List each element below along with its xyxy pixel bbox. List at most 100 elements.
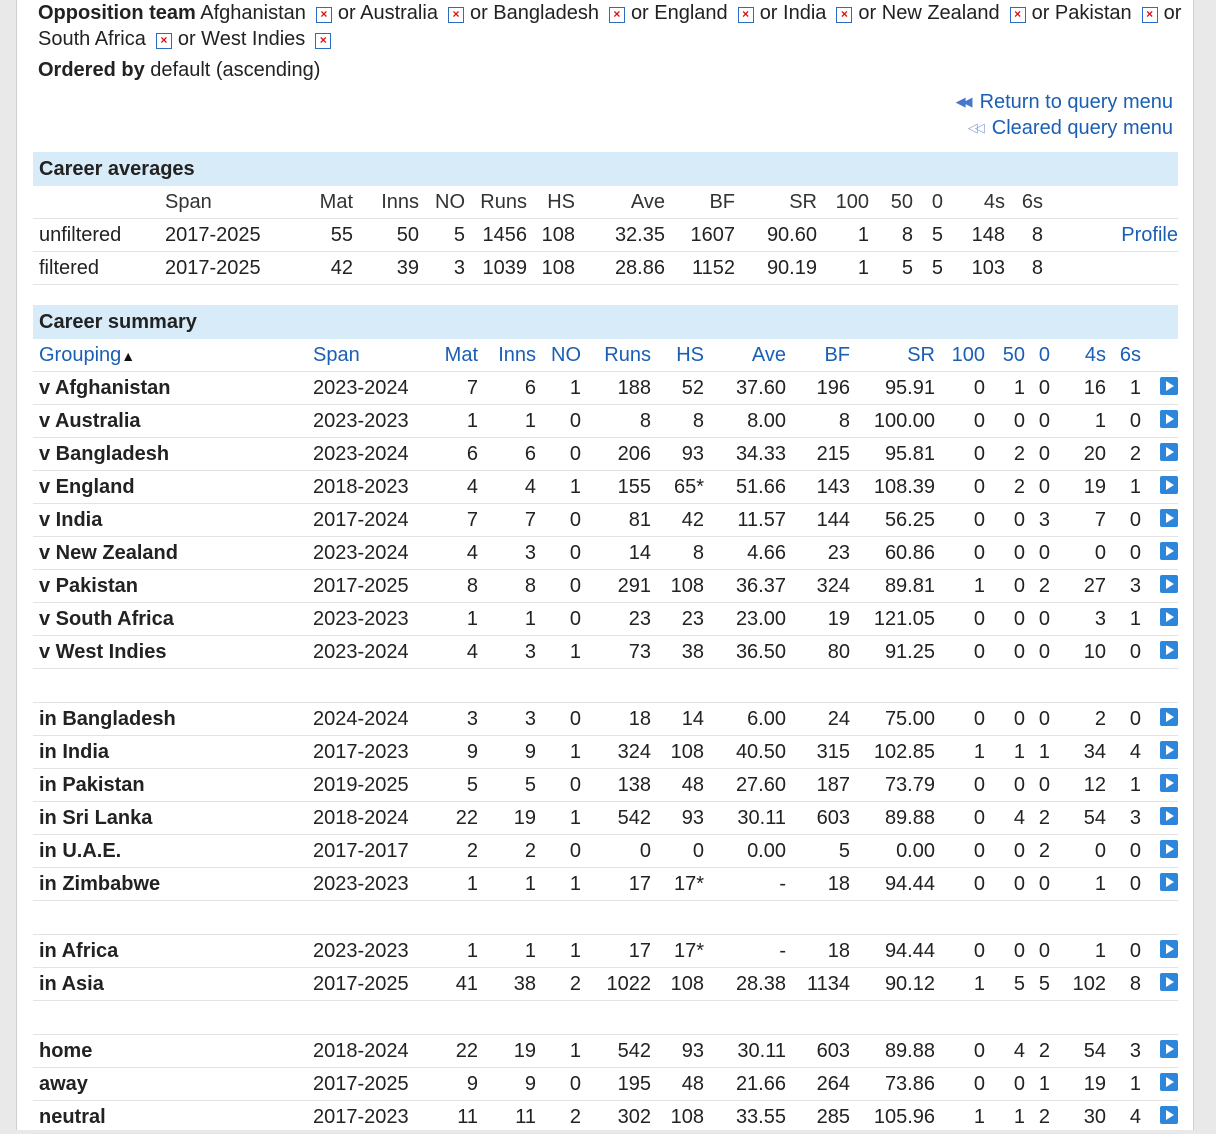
play-arrow-icon[interactable] — [1160, 508, 1178, 527]
cleared-query-link[interactable]: Cleared query menu — [992, 117, 1173, 139]
play-arrow-icon[interactable] — [1160, 872, 1178, 891]
summary-cell: 19 — [1050, 470, 1106, 504]
summary-header-11[interactable]: 50 — [985, 339, 1025, 372]
summary-header-0[interactable]: Grouping▲ — [33, 339, 307, 372]
remove-filter-icon[interactable]: × — [737, 7, 754, 23]
summary-cell: 0 — [1025, 702, 1050, 736]
group-separator-cell — [33, 668, 1178, 703]
summary-cell: 1022 — [581, 967, 651, 1001]
play-arrow-icon[interactable] — [1160, 939, 1178, 958]
summary-cell: 0 — [935, 834, 985, 868]
summary-header-7[interactable]: Ave — [704, 339, 786, 372]
play-arrow-icon[interactable] — [1160, 640, 1178, 659]
summary-header-12[interactable]: 0 — [1025, 339, 1050, 372]
summary-header-6[interactable]: HS — [651, 339, 704, 372]
return-query-link[interactable]: Return to query menu — [980, 91, 1173, 113]
summary-cell: 38 — [478, 967, 536, 1001]
play-arrow-icon[interactable] — [1160, 1072, 1178, 1091]
grouping-label: in India — [33, 735, 307, 769]
career-averages-row: filtered 2017-2025 42 39 3 1039 108 28.86 1152 90… — [33, 251, 1178, 285]
play-arrow-icon[interactable] — [1160, 1039, 1178, 1058]
summary-cell: 0 — [985, 536, 1025, 570]
play-arrow-icon[interactable] — [1160, 442, 1178, 461]
summary-cell: 108 — [651, 569, 704, 603]
summary-header-1[interactable]: Span — [307, 339, 425, 372]
summary-header-label: HS — [676, 343, 704, 366]
summary-cell: 0 — [935, 470, 985, 504]
play-arrow-icon[interactable] — [1160, 707, 1178, 726]
summary-cell: 2 — [1050, 702, 1106, 736]
play-arrow-icon[interactable] — [1160, 376, 1178, 395]
remove-filter-icon[interactable]: × — [836, 7, 853, 23]
remove-filter-icon[interactable]: × — [1141, 7, 1158, 23]
details-cell — [1141, 1067, 1178, 1101]
remove-filter-icon[interactable]: × — [1009, 7, 1026, 23]
summary-cell: 8 — [425, 569, 478, 603]
summary-header-3[interactable]: Inns — [478, 339, 536, 372]
play-arrow-icon[interactable] — [1160, 1105, 1178, 1124]
summary-header-8[interactable]: BF — [786, 339, 850, 372]
summary-cell: 14 — [581, 536, 651, 570]
summary-header-5[interactable]: Runs — [581, 339, 651, 372]
group-separator — [33, 900, 1178, 935]
avg-header-3: Inns — [353, 186, 419, 219]
summary-cell: 54 — [1050, 1034, 1106, 1068]
summary-header-13[interactable]: 4s — [1050, 339, 1106, 372]
summary-cell: 0 — [935, 635, 985, 669]
summary-header-14[interactable]: 6s — [1106, 339, 1141, 372]
summary-cell: 143 — [786, 470, 850, 504]
play-arrow-icon[interactable] — [1160, 541, 1178, 560]
remove-filter-icon[interactable]: × — [315, 7, 332, 23]
play-arrow-icon[interactable] — [1160, 740, 1178, 759]
summary-cell: 108 — [651, 967, 704, 1001]
career-summary-header-row: Grouping▲ Span Mat Inns NO Runs HS Ave BF SR 100 50… — [33, 339, 1178, 372]
summary-cell: 1 — [985, 1100, 1025, 1134]
summary-cell: 0 — [1106, 503, 1141, 537]
summary-cell: 2023-2024 — [307, 536, 425, 570]
summary-row: v India 2017-2024 7 7 0 81 42 11.57 144 56.25 0 0 3 7… — [33, 503, 1178, 537]
summary-cell: 0 — [935, 702, 985, 736]
play-arrow-icon[interactable] — [1160, 574, 1178, 593]
team-filter-3: or England — [630, 2, 728, 24]
avg-cell: 28.86 — [575, 251, 665, 285]
remove-filter-icon[interactable]: × — [155, 33, 172, 49]
play-arrow-icon[interactable] — [1160, 773, 1178, 792]
summary-cell: 6 — [425, 437, 478, 471]
play-arrow-icon[interactable] — [1160, 839, 1178, 858]
summary-header-10[interactable]: 100 — [935, 339, 985, 372]
play-arrow-icon[interactable] — [1160, 475, 1178, 494]
summary-cell: 0 — [985, 768, 1025, 802]
summary-cell: 8 — [478, 569, 536, 603]
profile-link[interactable]: Profile — [1121, 224, 1178, 246]
career-averages-table: Career averages Span Mat Inns NO Runs HS Ave BF S… — [33, 152, 1178, 285]
play-arrow-icon[interactable] — [1160, 607, 1178, 626]
summary-cell: 2 — [478, 834, 536, 868]
summary-cell: 95.91 — [850, 371, 935, 405]
summary-cell: 28.38 — [704, 967, 786, 1001]
summary-cell: 2019-2025 — [307, 768, 425, 802]
play-arrow-icon[interactable] — [1160, 806, 1178, 825]
avg-cell: 1456 — [465, 218, 527, 252]
summary-row: v Afghanistan 2023-2024 7 6 1 188 52 37.60 196 95… — [33, 371, 1178, 405]
summary-cell: 0 — [985, 867, 1025, 901]
details-cell — [1141, 437, 1178, 471]
summary-header-4[interactable]: NO — [536, 339, 581, 372]
summary-cell: 60.86 — [850, 536, 935, 570]
remove-filter-icon[interactable]: × — [608, 7, 625, 23]
summary-cell: 0 — [536, 569, 581, 603]
play-arrow-icon[interactable] — [1160, 972, 1178, 991]
summary-header-2[interactable]: Mat — [425, 339, 478, 372]
details-cell — [1141, 536, 1178, 570]
summary-cell: 0 — [536, 602, 581, 636]
summary-header-9[interactable]: SR — [850, 339, 935, 372]
summary-cell: 2018-2024 — [307, 1034, 425, 1068]
summary-row: in India 2017-2023 9 9 1 324 108 40.50 315 102.85… — [33, 735, 1178, 769]
summary-cell: 89.88 — [850, 801, 935, 835]
remove-filter-icon[interactable]: × — [447, 7, 464, 23]
play-arrow-icon[interactable] — [1160, 409, 1178, 428]
summary-cell: 0 — [1025, 867, 1050, 901]
summary-cell: 144 — [786, 503, 850, 537]
grouping-label: v West Indies — [33, 635, 307, 669]
summary-cell: 8 — [786, 404, 850, 438]
remove-filter-icon[interactable]: × — [315, 33, 332, 49]
